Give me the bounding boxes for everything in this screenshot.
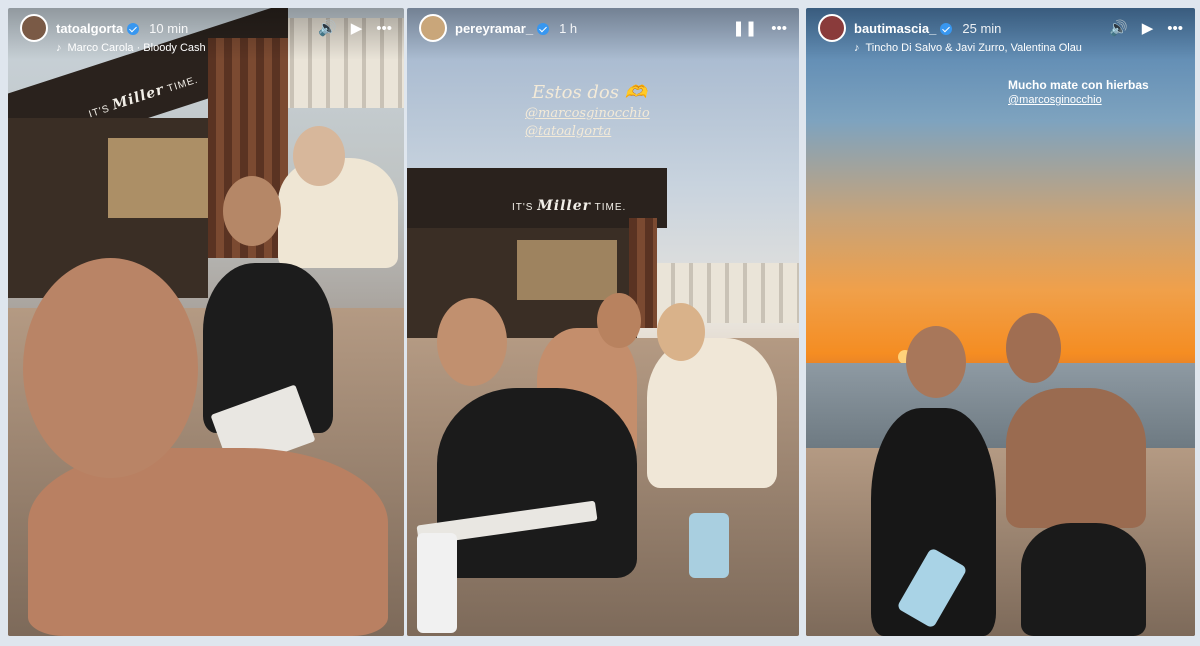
- person-man-head: [906, 326, 966, 398]
- story-card-bautimascia[interactable]: Mucho mate con hierbas @marcosginocchio …: [806, 8, 1195, 636]
- avatar[interactable]: [419, 14, 447, 42]
- person-woman-head: [657, 303, 705, 361]
- verified-badge-icon: [127, 23, 140, 35]
- story-caption: Mucho mate con hierbas: [1008, 78, 1149, 92]
- post-time: 25 min: [962, 20, 1002, 36]
- more-options-icon[interactable]: •••: [1167, 21, 1183, 36]
- mention-tag[interactable]: @tatoalgorta: [525, 124, 611, 139]
- person-man-shirtless: [1006, 388, 1146, 528]
- play-icon[interactable]: ▶: [1142, 21, 1154, 36]
- person-man-head: [223, 176, 281, 246]
- story-header: tatoalgorta 10 min 🔊 ▶ ••• ♪ Marco Carol…: [8, 8, 404, 60]
- volume-icon[interactable]: 🔊: [1109, 21, 1128, 36]
- story-header: pereyramar_ 1 h ❚❚ •••: [407, 8, 799, 60]
- story-caption: Estos dos 🫶: [532, 82, 648, 103]
- post-time: 10 min: [149, 20, 189, 36]
- username[interactable]: bautimascia_: [854, 21, 936, 36]
- mention-tag[interactable]: @marcosginocchio: [1008, 94, 1102, 106]
- person-woman-head: [293, 126, 345, 186]
- story-header: bautimascia_ 25 min 🔊 ▶ ••• ♪ Tincho Di …: [806, 8, 1195, 60]
- mention-tag[interactable]: @marcosginocchio: [525, 106, 650, 121]
- person-man-head: [1006, 313, 1061, 383]
- music-note-icon: ♪: [854, 42, 860, 54]
- kiosk-sign: IT'S Miller TIME.: [512, 198, 627, 214]
- username[interactable]: pereyramar_: [455, 21, 533, 36]
- water-bottle: [417, 533, 457, 633]
- person-man-head: [437, 298, 507, 386]
- person-selfie-head: [23, 258, 198, 478]
- music-attribution[interactable]: ♪ Marco Carola · Bloody Cash: [56, 42, 392, 54]
- kiosk-window: [517, 240, 617, 300]
- more-options-icon[interactable]: •••: [771, 21, 787, 36]
- verified-badge-icon: [537, 23, 550, 35]
- avatar[interactable]: [818, 14, 846, 42]
- music-note-icon: ♪: [56, 42, 62, 54]
- story-card-pereyramar[interactable]: IT'S Miller TIME. Estos dos 🫶 @marcosgin…: [407, 8, 799, 636]
- person-shorts: [1021, 523, 1146, 636]
- verified-badge-icon: [940, 23, 953, 35]
- pause-icon[interactable]: ❚❚: [732, 21, 757, 36]
- music-track-label: Tincho Di Salvo & Javi Zurro, Valentina …: [865, 42, 1082, 54]
- music-track-label: Marco Carola · Bloody Cash: [67, 42, 206, 54]
- avatar[interactable]: [20, 14, 48, 42]
- post-time: 1 h: [559, 20, 578, 36]
- story-card-tatoalgorta[interactable]: IT'S Miller TIME. tatoalgorta 10 min 🔊 ▶…: [8, 8, 404, 636]
- play-icon[interactable]: ▶: [351, 21, 363, 36]
- music-attribution[interactable]: ♪ Tincho Di Salvo & Javi Zurro, Valentin…: [854, 42, 1183, 54]
- person-woman-sweater: [647, 338, 777, 488]
- more-options-icon[interactable]: •••: [376, 21, 392, 36]
- person-man-head: [597, 293, 641, 348]
- volume-icon[interactable]: 🔊: [318, 21, 337, 36]
- person-selfie-body: [28, 448, 388, 636]
- person-man-tank-top: [437, 388, 637, 578]
- water-bottle-blue: [689, 513, 729, 578]
- username[interactable]: tatoalgorta: [56, 21, 123, 36]
